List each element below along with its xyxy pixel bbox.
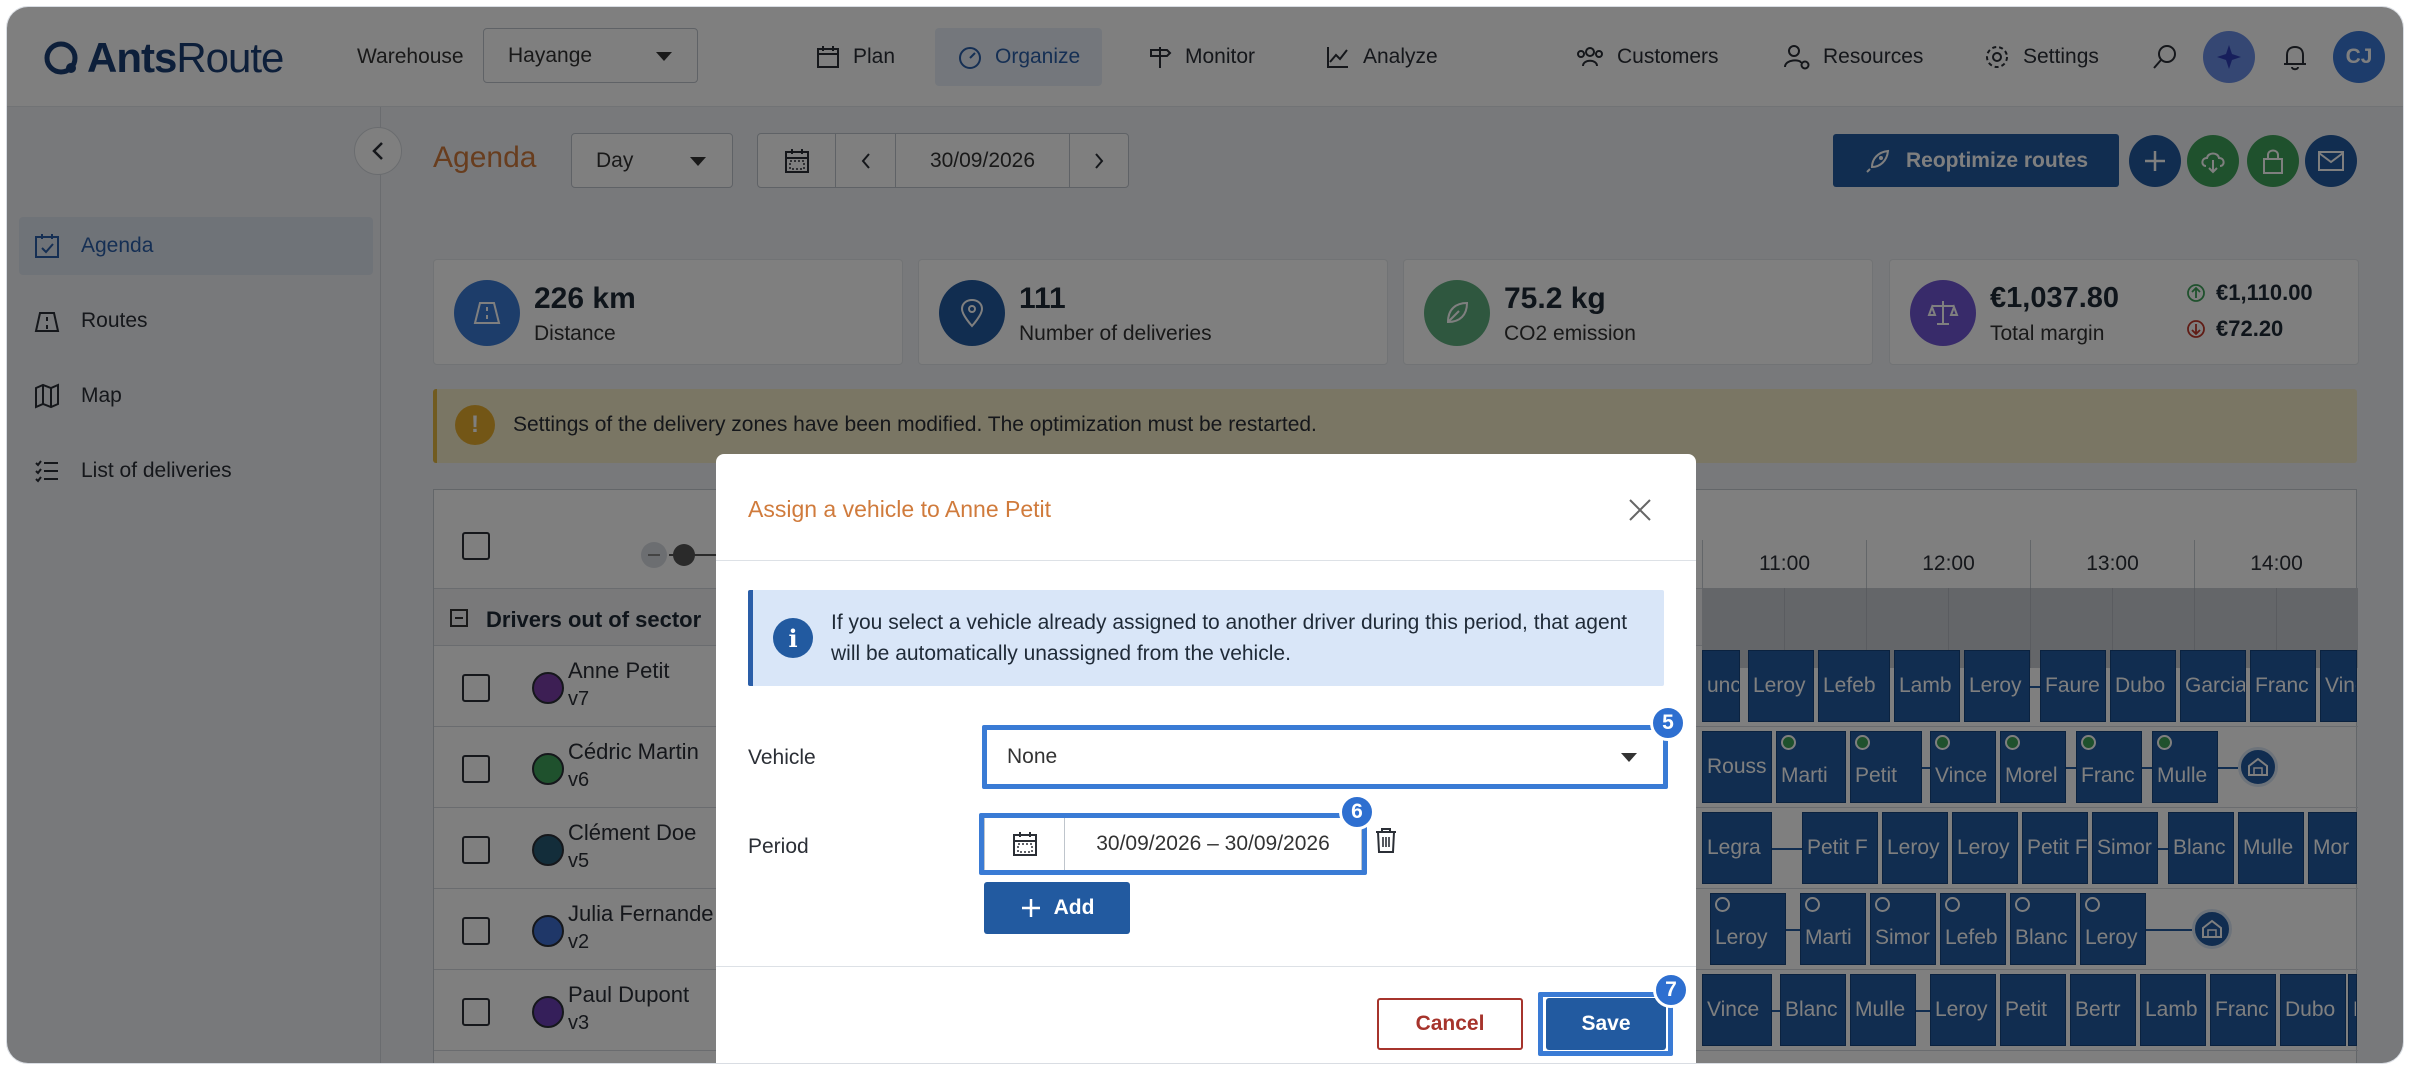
vehicle-select[interactable]: None [984, 728, 1664, 786]
step-badge-5: 5 [1650, 705, 1686, 741]
divider [716, 966, 1696, 967]
add-period-button[interactable]: Add [984, 882, 1130, 934]
trash-icon [1376, 828, 1396, 853]
info-text: If you select a vehicle already assigned… [831, 611, 1628, 665]
step-badge-6: 6 [1339, 794, 1375, 830]
calendar-icon [1012, 832, 1037, 856]
delete-period-button[interactable] [1374, 826, 1398, 859]
period-calendar-button[interactable] [985, 817, 1065, 871]
vehicle-label: Vehicle [748, 746, 816, 769]
divider [716, 560, 1696, 561]
close-button[interactable] [1626, 496, 1654, 524]
period-label: Period [748, 835, 809, 858]
step-badge-7: 7 [1653, 972, 1689, 1008]
plus-icon [1021, 899, 1040, 917]
info-icon: i [773, 618, 813, 658]
period-value: 30/09/2026 – 30/09/2026 [1096, 832, 1330, 855]
close-icon [1629, 499, 1651, 521]
info-alert: i If you select a vehicle already assign… [748, 590, 1664, 686]
dialog-title: Assign a vehicle to Anne Petit [748, 496, 1052, 522]
cancel-button[interactable]: Cancel [1377, 998, 1523, 1050]
app-window: AntsRoute Warehouse Hayange Plan Organiz… [6, 6, 2404, 1064]
vehicle-value: None [1007, 745, 1058, 768]
save-button[interactable]: Save [1546, 998, 1666, 1050]
assign-vehicle-dialog: Assign a vehicle to Anne Petit i If you … [716, 454, 1696, 1063]
period-date-range[interactable]: 30/09/2026 – 30/09/2026 [984, 816, 1362, 872]
chevron-down-icon [1621, 753, 1637, 762]
add-label: Add [1053, 896, 1095, 919]
